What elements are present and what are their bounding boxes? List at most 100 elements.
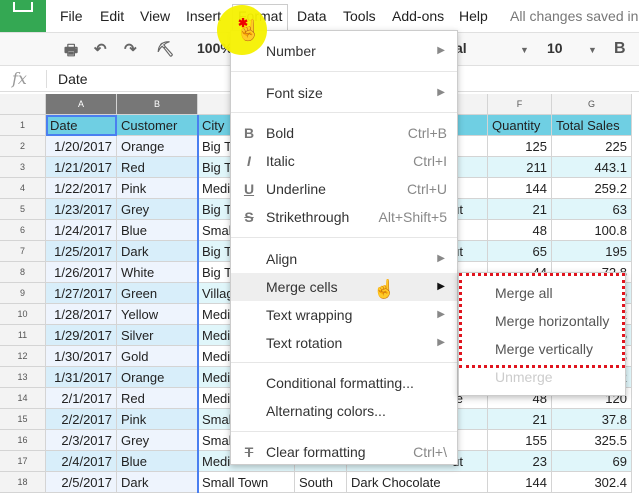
menu-item-italic[interactable]: I Italic Ctrl+I [231,147,457,175]
cell[interactable]: 100.8 [552,220,632,241]
cell[interactable]: 155 [488,430,552,451]
row-header[interactable]: 8 [0,262,46,283]
cell[interactable]: 1/23/2017 [46,199,117,220]
cell[interactable]: 144 [488,472,552,493]
bold-button[interactable]: B [614,40,626,58]
formula-input[interactable]: Date [58,71,88,87]
menu-view[interactable]: View [140,8,170,24]
cell[interactable]: South [295,472,347,493]
menu-tools[interactable]: Tools [343,8,376,24]
cell[interactable]: Red [117,157,198,178]
cell[interactable]: 1/26/2017 [46,262,117,283]
menu-addons[interactable]: Add-ons [392,8,444,24]
cell[interactable]: 1/31/2017 [46,367,117,388]
cell[interactable]: 302.4 [552,472,632,493]
row-header[interactable]: 17 [0,451,46,472]
row-header[interactable]: 6 [0,220,46,241]
cell[interactable]: Orange [117,367,198,388]
cell[interactable]: 125 [488,136,552,157]
row-header[interactable]: 5 [0,199,46,220]
cell[interactable]: Yellow [117,304,198,325]
cell[interactable]: Pink [117,178,198,199]
row-header[interactable]: 18 [0,472,46,493]
menu-item-conditional-formatting[interactable]: Conditional formatting... [231,369,457,397]
menu-item-merge-cells[interactable]: Merge cells ▶ ☝ [231,273,457,301]
cell[interactable]: 2/3/2017 [46,430,117,451]
chevron-down-icon[interactable]: ▼ [588,45,597,55]
cell[interactable]: 48 [488,220,552,241]
cell[interactable]: White [117,262,198,283]
cell[interactable]: Blue [117,451,198,472]
menu-item-font-size[interactable]: Font size ▶ [231,79,457,107]
cell[interactable]: Red [117,388,198,409]
cell[interactable]: 225 [552,136,632,157]
cell[interactable]: Blue [117,220,198,241]
cell[interactable]: 443.1 [552,157,632,178]
cell[interactable]: Dark [117,241,198,262]
cell[interactable]: 325.5 [552,430,632,451]
cell[interactable]: 211 [488,157,552,178]
cell[interactable]: 2/2/2017 [46,409,117,430]
cell[interactable]: Green [117,283,198,304]
row-header[interactable]: 10 [0,304,46,325]
cell[interactable]: 1/28/2017 [46,304,117,325]
undo-icon[interactable]: ↶ [94,40,107,58]
menu-item-align[interactable]: Align ▶ [231,245,457,273]
cell[interactable]: 2/4/2017 [46,451,117,472]
row-header[interactable]: 14 [0,388,46,409]
menu-item-bold[interactable]: B Bold Ctrl+B [231,119,457,147]
column-header[interactable]: A [46,94,117,115]
row-header[interactable]: 2 [0,136,46,157]
menu-item-alternating-colors[interactable]: Alternating colors... [231,397,457,425]
menu-item-text-rotation[interactable]: Text rotation ▶ [231,329,457,357]
cell[interactable]: 1/27/2017 [46,283,117,304]
menu-item-strikethrough[interactable]: S Strikethrough Alt+Shift+5 [231,203,457,231]
cell[interactable]: 21 [488,409,552,430]
cell[interactable]: 1/24/2017 [46,220,117,241]
cell[interactable]: 1/21/2017 [46,157,117,178]
cell[interactable]: Date [46,115,117,136]
cell[interactable]: 2/1/2017 [46,388,117,409]
menu-insert[interactable]: Insert [186,8,221,24]
font-size-select[interactable]: 10 [547,40,563,56]
cell[interactable]: Orange [117,136,198,157]
cell[interactable]: 69 [552,451,632,472]
cell[interactable]: 2/5/2017 [46,472,117,493]
chevron-down-icon[interactable]: ▼ [520,45,529,55]
cell[interactable]: Total Sales [552,115,632,136]
row-header[interactable]: 16 [0,430,46,451]
select-all-corner[interactable] [0,94,46,115]
row-header[interactable]: 7 [0,241,46,262]
row-header[interactable]: 15 [0,409,46,430]
cell[interactable]: Small Town [198,472,295,493]
redo-icon[interactable]: ↷ [124,40,137,58]
cell[interactable]: Pink [117,409,198,430]
row-header[interactable]: 4 [0,178,46,199]
cell[interactable]: 144 [488,178,552,199]
cell[interactable]: 37.8 [552,409,632,430]
row-header[interactable]: 9 [0,283,46,304]
cell[interactable]: 195 [552,241,632,262]
cell[interactable]: Grey [117,430,198,451]
column-header[interactable]: G [552,94,632,115]
cell[interactable]: 1/25/2017 [46,241,117,262]
cell[interactable]: Dark Chocolate [347,472,488,493]
row-header[interactable]: 12 [0,346,46,367]
cell[interactable]: Dark [117,472,198,493]
cell[interactable]: Gold [117,346,198,367]
column-header[interactable]: F [488,94,552,115]
menu-item-number[interactable]: Number ▶ [231,37,457,65]
paint-format-icon[interactable]: ⛏ [156,40,175,58]
cell[interactable]: Customer [117,115,198,136]
cell[interactable]: 1/20/2017 [46,136,117,157]
cell[interactable]: 1/22/2017 [46,178,117,199]
cell[interactable]: 21 [488,199,552,220]
cell[interactable]: 1/30/2017 [46,346,117,367]
cell[interactable]: 63 [552,199,632,220]
cell[interactable]: 23 [488,451,552,472]
cell[interactable]: 259.2 [552,178,632,199]
print-icon[interactable]: 🖶 [64,40,78,65]
menu-help[interactable]: Help [459,8,488,24]
menu-item-underline[interactable]: U Underline Ctrl+U [231,175,457,203]
menu-data[interactable]: Data [297,8,327,24]
